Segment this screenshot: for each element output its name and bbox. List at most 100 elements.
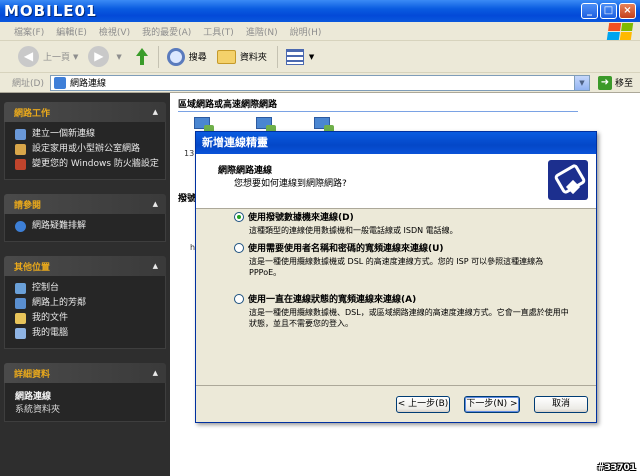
minimize-button[interactable]: _: [581, 3, 598, 19]
firewall-icon: [15, 159, 26, 170]
radio-dialup[interactable]: [234, 211, 244, 222]
connection-label: 13: [184, 149, 195, 158]
home-network-icon: [15, 144, 26, 155]
menu-tools[interactable]: 工具(T): [203, 25, 234, 38]
option-broadband-always-on[interactable]: 使用一直在連線狀態的寬頻連線來連線(A) 這是一種使用纜線數據機、DSL，或區域…: [234, 292, 574, 329]
chevron-down-icon[interactable]: ▼: [116, 53, 121, 61]
task-new-connection[interactable]: 建立一個新連線: [15, 128, 159, 140]
views-icon: [285, 48, 304, 65]
new-connection-wizard-dialog: 新增連線精靈 網際網路連線 您想要如何連線到網際網路? 使用撥號數據機來連線(D…: [195, 131, 597, 423]
cancel-button[interactable]: 取消: [534, 396, 588, 413]
place-control-panel[interactable]: 控制台: [15, 282, 159, 294]
toolbar: ◀ 上一頁 ▼ ▶ ▼ 搜尋 資料夾 ▼: [0, 41, 640, 73]
task-home-network[interactable]: 設定家用或小型辦公室網路: [15, 143, 159, 155]
collapse-chevron-icon[interactable]: ▲: [153, 200, 158, 208]
place-label: 我的電腦: [32, 328, 69, 338]
watermark: #33701: [597, 463, 636, 473]
computer-icon: [15, 328, 26, 339]
menu-file[interactable]: 檔案(F): [14, 25, 44, 38]
windows-flag-icon: [606, 23, 634, 40]
other-places-body: 控制台 網路上的芳鄰 我的文件 我的電腦: [4, 276, 166, 349]
place-label: 網路上的芳鄰: [32, 298, 87, 308]
go-label: 移至: [614, 79, 633, 89]
place-my-computer[interactable]: 我的電腦: [15, 327, 159, 339]
dialog-body: 使用撥號數據機來連線(D) 這種類型的連線使用數據機和一般電話線或 ISDN 電…: [196, 210, 596, 380]
details-header[interactable]: 詳細資料 ▲: [4, 363, 166, 383]
panel-title: 其他位置: [14, 262, 51, 273]
menu-advanced[interactable]: 進階(N): [246, 25, 278, 38]
network-cable-icon: [548, 160, 588, 200]
place-label: 控制台: [32, 283, 60, 293]
option-description: 這種類型的連線使用數據機和一般電話線或 ISDN 電話線。: [249, 226, 458, 235]
task-label: 設定家用或小型辦公室網路: [32, 144, 141, 154]
details-body: 網路連線 系統資料夾: [4, 383, 166, 422]
collapse-chevron-icon[interactable]: ▲: [153, 108, 158, 116]
dialog-title[interactable]: 新增連線精靈: [196, 132, 596, 154]
back-step-button[interactable]: < 上一步(B): [396, 396, 450, 413]
folder-icon: [216, 49, 236, 64]
details-type: 系統資料夾: [15, 405, 61, 415]
task-label: 變更您的 Windows 防火牆設定: [32, 159, 159, 169]
collapse-chevron-icon[interactable]: ▲: [153, 369, 158, 377]
address-label: 網址(D): [12, 79, 44, 89]
place-label: 我的文件: [32, 313, 69, 323]
dialog-footer: < 上一步(B) 下一步(N) > 取消: [196, 385, 596, 422]
network-places-icon: [15, 298, 26, 309]
search-label: 搜尋: [188, 53, 207, 63]
menu-favorites[interactable]: 我的最愛(A): [142, 25, 191, 38]
forward-arrow-icon: ▶: [88, 46, 110, 67]
address-input[interactable]: 網路連線 ▼: [49, 74, 590, 91]
panel-title: 詳細資料: [14, 369, 51, 380]
forward-button[interactable]: ▶ ▼: [88, 46, 122, 67]
network-connections-icon: [53, 76, 66, 89]
window-titlebar[interactable]: MOBILE01 _ □ ×: [0, 0, 640, 22]
menu-view[interactable]: 檢視(V): [99, 25, 130, 38]
option-description: 這是一種使用纜線數據機、DSL，或區域網路連線的高速度連線方式。它會一直處於使用…: [249, 308, 569, 328]
dialog-header: 網際網路連線 您想要如何連線到網際網路?: [196, 154, 596, 209]
option-description: 這是一種使用纜線數據機或 DSL 的高速度連線方式。您的 ISP 可以參照這種連…: [249, 257, 544, 277]
search-icon: [166, 47, 185, 66]
network-tasks-body: 建立一個新連線 設定家用或小型辦公室網路 變更您的 Windows 防火牆設定: [4, 122, 166, 180]
collapse-chevron-icon[interactable]: ▲: [153, 262, 158, 270]
folder-up-icon[interactable]: [132, 47, 150, 67]
views-button[interactable]: ▼: [285, 48, 315, 65]
toolbar-divider: [276, 45, 278, 68]
option-label: 使用一直在連線狀態的寬頻連線來連線(A): [248, 295, 417, 305]
place-my-documents[interactable]: 我的文件: [15, 312, 159, 324]
chevron-down-icon: ▼: [308, 52, 315, 61]
menu-help[interactable]: 說明(H): [290, 25, 322, 38]
other-places-header[interactable]: 其他位置 ▲: [4, 256, 166, 276]
chevron-down-icon[interactable]: ▼: [573, 75, 589, 90]
menu-bar: 檔案(F) 編輯(E) 檢視(V) 我的最愛(A) 工具(T) 進階(N) 說明…: [0, 22, 640, 41]
go-button[interactable]: ➜ 移至: [597, 75, 633, 90]
see-also-body: 網路疑難排解: [4, 214, 166, 242]
task-firewall[interactable]: 變更您的 Windows 防火牆設定: [15, 158, 159, 170]
task-troubleshoot[interactable]: 網路疑難排解: [15, 220, 159, 232]
back-button[interactable]: ◀ 上一頁 ▼: [18, 46, 78, 67]
back-label: 上一頁: [43, 53, 71, 63]
menu-edit[interactable]: 編輯(E): [56, 25, 87, 38]
documents-icon: [15, 313, 26, 324]
details-panel: 詳細資料 ▲ 網路連線 系統資料夾: [4, 363, 166, 422]
folders-button[interactable]: 資料夾: [216, 49, 267, 64]
option-dialup[interactable]: 使用撥號數據機來連線(D) 這種類型的連線使用數據機和一般電話線或 ISDN 電…: [234, 210, 574, 236]
close-button[interactable]: ×: [619, 3, 636, 19]
window-controls: _ □ ×: [581, 3, 636, 19]
option-broadband-login[interactable]: 使用需要使用者名稱和密碼的寬頻連線來連線(U) 這是一種使用纜線數據機或 DSL…: [234, 241, 574, 278]
new-connection-icon: [15, 129, 26, 140]
maximize-button[interactable]: □: [600, 3, 617, 19]
other-places-panel: 其他位置 ▲ 控制台 網路上的芳鄰 我的文件 我的電腦: [4, 256, 166, 349]
radio-broadband-login[interactable]: [234, 242, 244, 253]
task-pane: 網路工作 ▲ 建立一個新連線 設定家用或小型辦公室網路 變更您的 Windows…: [0, 93, 170, 476]
control-panel-icon: [15, 283, 26, 294]
search-button[interactable]: 搜尋: [166, 47, 207, 66]
address-value: 網路連線: [69, 79, 106, 89]
see-also-header[interactable]: 請參閱 ▲: [4, 194, 166, 214]
network-tasks-header[interactable]: 網路工作 ▲: [4, 102, 166, 122]
option-label: 使用撥號數據機來連線(D): [248, 213, 354, 223]
place-network-neighborhood[interactable]: 網路上的芳鄰: [15, 297, 159, 309]
panel-title: 網路工作: [14, 108, 51, 119]
next-step-button[interactable]: 下一步(N) >: [464, 396, 520, 413]
chevron-down-icon[interactable]: ▼: [73, 53, 78, 61]
radio-broadband-always-on[interactable]: [234, 293, 244, 304]
